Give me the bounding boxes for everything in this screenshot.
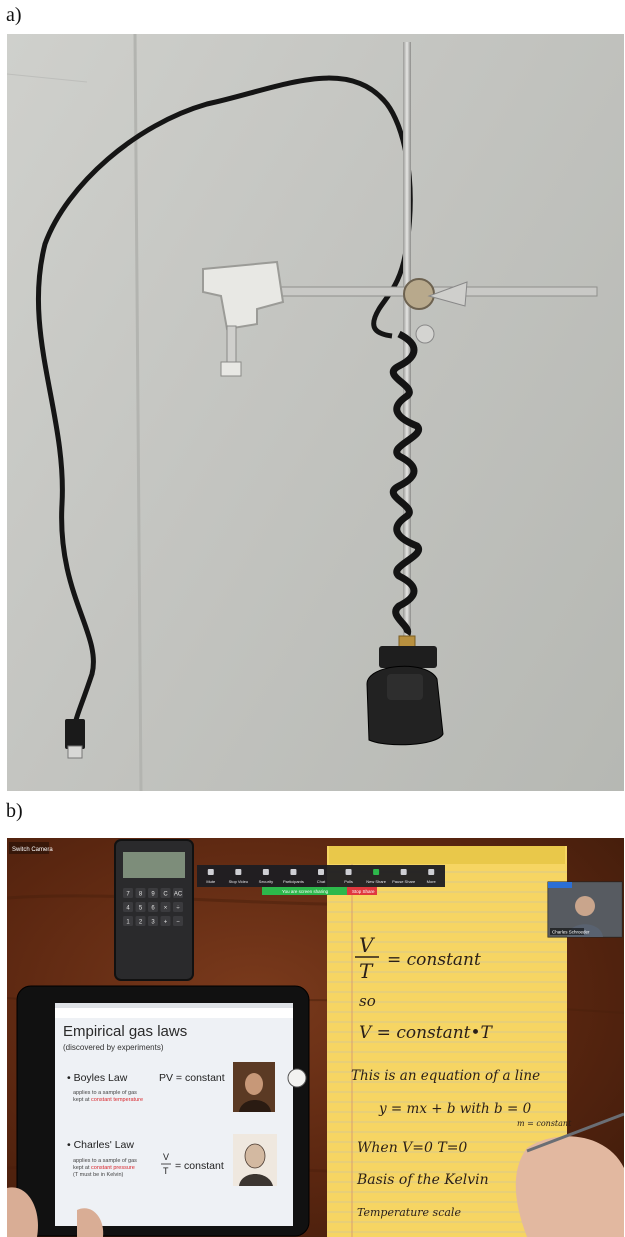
slide-title: Empirical gas laws bbox=[63, 1023, 187, 1040]
note-line2: so bbox=[359, 992, 376, 1010]
slide-subtitle: (discovered by experiments) bbox=[63, 1043, 164, 1052]
charles-portrait bbox=[233, 1134, 277, 1186]
toolbar-icon bbox=[428, 869, 435, 875]
charles-note2-highlight: constant pressure bbox=[91, 1165, 135, 1171]
share-banner-text: You are screen sharing bbox=[282, 889, 329, 894]
boyle-law-name: • Boyles Law bbox=[67, 1072, 128, 1084]
charles-note2-prefix: kept at bbox=[73, 1165, 91, 1171]
toolbar-label: Participants bbox=[283, 879, 304, 884]
toolbar-icon bbox=[290, 869, 297, 875]
note-line5b: m = constant bbox=[517, 1119, 572, 1128]
boyle-note2-prefix: kept at bbox=[73, 1097, 91, 1103]
floor-seam bbox=[133, 34, 143, 791]
switch-camera-button[interactable]: Switch Camera bbox=[9, 842, 53, 854]
camera-clip bbox=[379, 646, 437, 668]
right-hand bbox=[515, 1136, 624, 1237]
share-banner: You are screen sharing bbox=[262, 887, 347, 895]
note-line4: This is an equation of a line bbox=[351, 1068, 540, 1084]
note-line6: When V=0 T=0 bbox=[357, 1140, 467, 1156]
switch-camera-label: Switch Camera bbox=[12, 847, 53, 853]
toolbar-label: Stop Video bbox=[229, 879, 249, 884]
calculator-key-label: × bbox=[164, 906, 168, 912]
svg-text:kept at constant pressure: kept at constant pressure bbox=[73, 1165, 135, 1171]
note-line1: = constant bbox=[387, 950, 481, 970]
toolbar-label: Chat bbox=[317, 879, 326, 884]
usb-cable bbox=[36, 75, 413, 727]
c-clamp bbox=[202, 260, 285, 377]
photo-zoom-lecture: Switch Camera 7 8 9 C AC 4 5 6 × ÷ 1 2 3 + − bbox=[7, 838, 624, 1237]
toolbar-label: New Share bbox=[366, 879, 387, 884]
note-frac-num: V bbox=[359, 933, 376, 957]
toolbar-label: Security bbox=[259, 879, 273, 884]
participant-video-tile[interactable]: Charles Schroeder bbox=[547, 881, 623, 938]
toolbar-icon bbox=[345, 869, 352, 875]
usb-plug bbox=[65, 719, 85, 749]
boyle-note1: applies to a sample of gas bbox=[73, 1090, 137, 1096]
stop-share-button[interactable]: Stop Share bbox=[347, 887, 377, 895]
note-frac-den: T bbox=[359, 959, 374, 983]
stop-share-label: Stop Share bbox=[352, 889, 375, 894]
charles-frac-den: T bbox=[163, 1166, 169, 1176]
lecture-scene: Switch Camera 7 8 9 C AC4 5 6 × ÷1 2 3 + − bbox=[7, 839, 624, 1237]
calculator-key-label: − bbox=[176, 920, 180, 926]
toolbar-label: Mute bbox=[206, 879, 216, 884]
svg-text:kept at constant temperature: kept at constant temperature bbox=[73, 1097, 143, 1103]
charles-equation: = constant bbox=[175, 1160, 224, 1172]
toolbar-label: Pause Share bbox=[392, 879, 416, 884]
toolbar-icon bbox=[373, 869, 380, 875]
toolbar-icon bbox=[400, 869, 407, 875]
webcam-mount-illustration bbox=[7, 34, 598, 791]
charles-note3: (T must be in Kelvin) bbox=[73, 1172, 124, 1178]
panel-b-label: b) bbox=[6, 800, 23, 822]
toolbar-icon bbox=[235, 869, 242, 875]
boyle-portrait bbox=[233, 1062, 275, 1112]
toolbar-icon bbox=[207, 869, 214, 875]
charles-law-name: • Charles' Law bbox=[67, 1139, 134, 1151]
note-line3: V = constant•T bbox=[359, 1023, 494, 1043]
calculator-key-label: C bbox=[163, 892, 168, 898]
note-line5: y = mx + b with b = 0 bbox=[378, 1101, 532, 1117]
note-line7: Basis of the Kelvin bbox=[356, 1172, 489, 1188]
participant-name: Charles Schroeder bbox=[552, 930, 590, 935]
charles-note1: applies to a sample of gas bbox=[73, 1158, 137, 1164]
charles-frac-num: V bbox=[163, 1152, 169, 1162]
panel-a-label: a) bbox=[6, 4, 22, 26]
boyle-note2-highlight: constant temperature bbox=[91, 1097, 143, 1103]
calculator-key-label: AC bbox=[174, 892, 183, 898]
photo-webcam-mount bbox=[7, 34, 624, 791]
toolbar-label: More bbox=[427, 879, 437, 884]
note-line8: Temperature scale bbox=[357, 1206, 461, 1219]
toolbar-icon bbox=[262, 869, 269, 875]
calculator: 7 8 9 C AC4 5 6 × ÷1 2 3 + − bbox=[114, 839, 194, 981]
boyle-equation: PV = constant bbox=[159, 1072, 225, 1084]
toolbar-icon bbox=[318, 869, 324, 875]
calculator-key-label: + bbox=[164, 920, 168, 926]
toolbar-label: Polls bbox=[344, 879, 353, 884]
cross-coupling bbox=[403, 278, 435, 310]
